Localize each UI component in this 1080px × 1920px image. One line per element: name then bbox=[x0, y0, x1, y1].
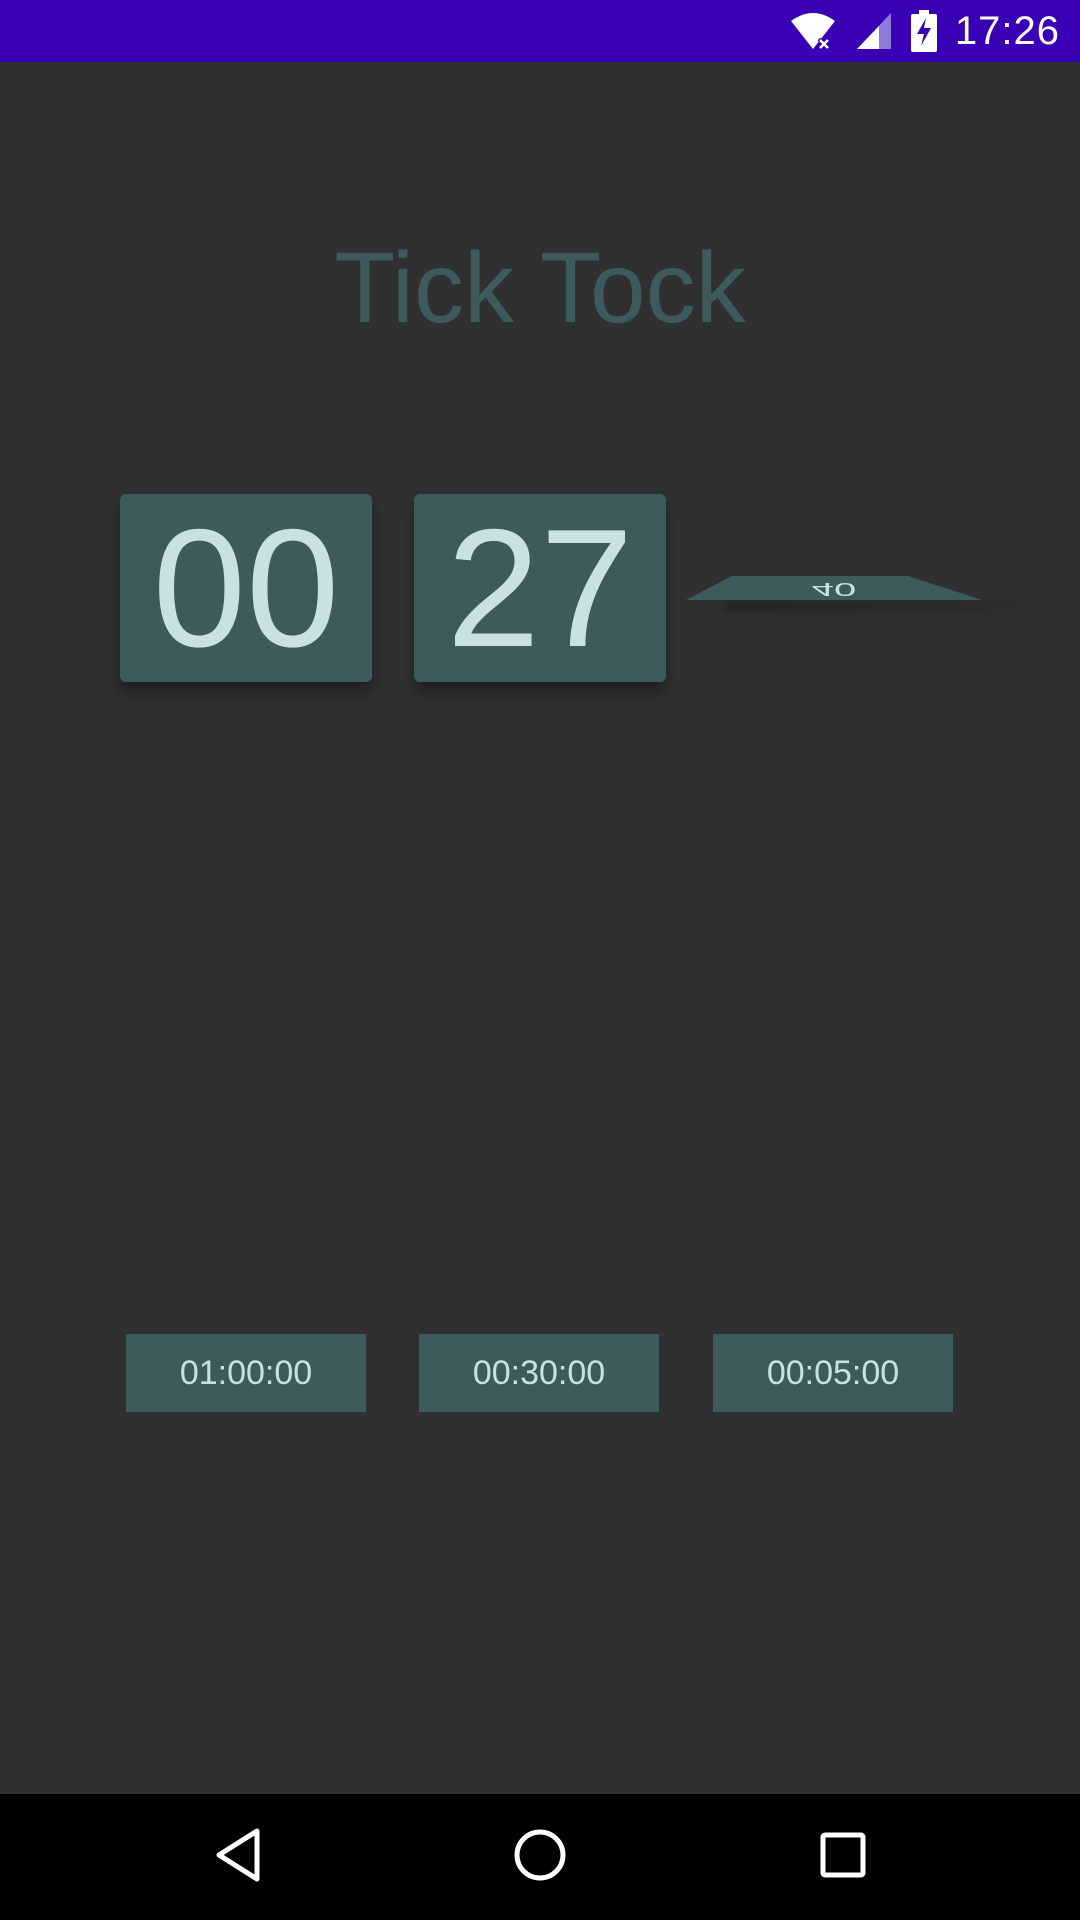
preset-1-hour-button[interactable]: 01:00:00 bbox=[126, 1334, 366, 1412]
hours-value: 00 bbox=[152, 494, 340, 682]
back-icon bbox=[213, 1827, 263, 1888]
nav-bar bbox=[0, 1794, 1080, 1920]
back-button[interactable] bbox=[158, 1794, 318, 1920]
preset-buttons: 01:00:00 00:30:00 00:05:00 bbox=[0, 1334, 1080, 1412]
seconds-value: 40 bbox=[811, 579, 857, 599]
recents-icon bbox=[819, 1831, 867, 1884]
minutes-value: 27 bbox=[446, 494, 634, 682]
preset-30-min-button[interactable]: 00:30:00 bbox=[419, 1334, 659, 1412]
minutes-card: 27 bbox=[414, 494, 666, 682]
home-button[interactable] bbox=[460, 1794, 620, 1920]
seconds-flip-panel: 40 bbox=[686, 576, 1016, 612]
recents-button[interactable] bbox=[763, 1794, 923, 1920]
flip-clock: 00 27 40 bbox=[0, 0, 1080, 760]
hours-card: 00 bbox=[120, 494, 372, 682]
home-icon bbox=[513, 1828, 567, 1887]
seconds-card-flipping: 40 bbox=[686, 576, 1016, 612]
preset-5-min-button[interactable]: 00:05:00 bbox=[713, 1334, 953, 1412]
